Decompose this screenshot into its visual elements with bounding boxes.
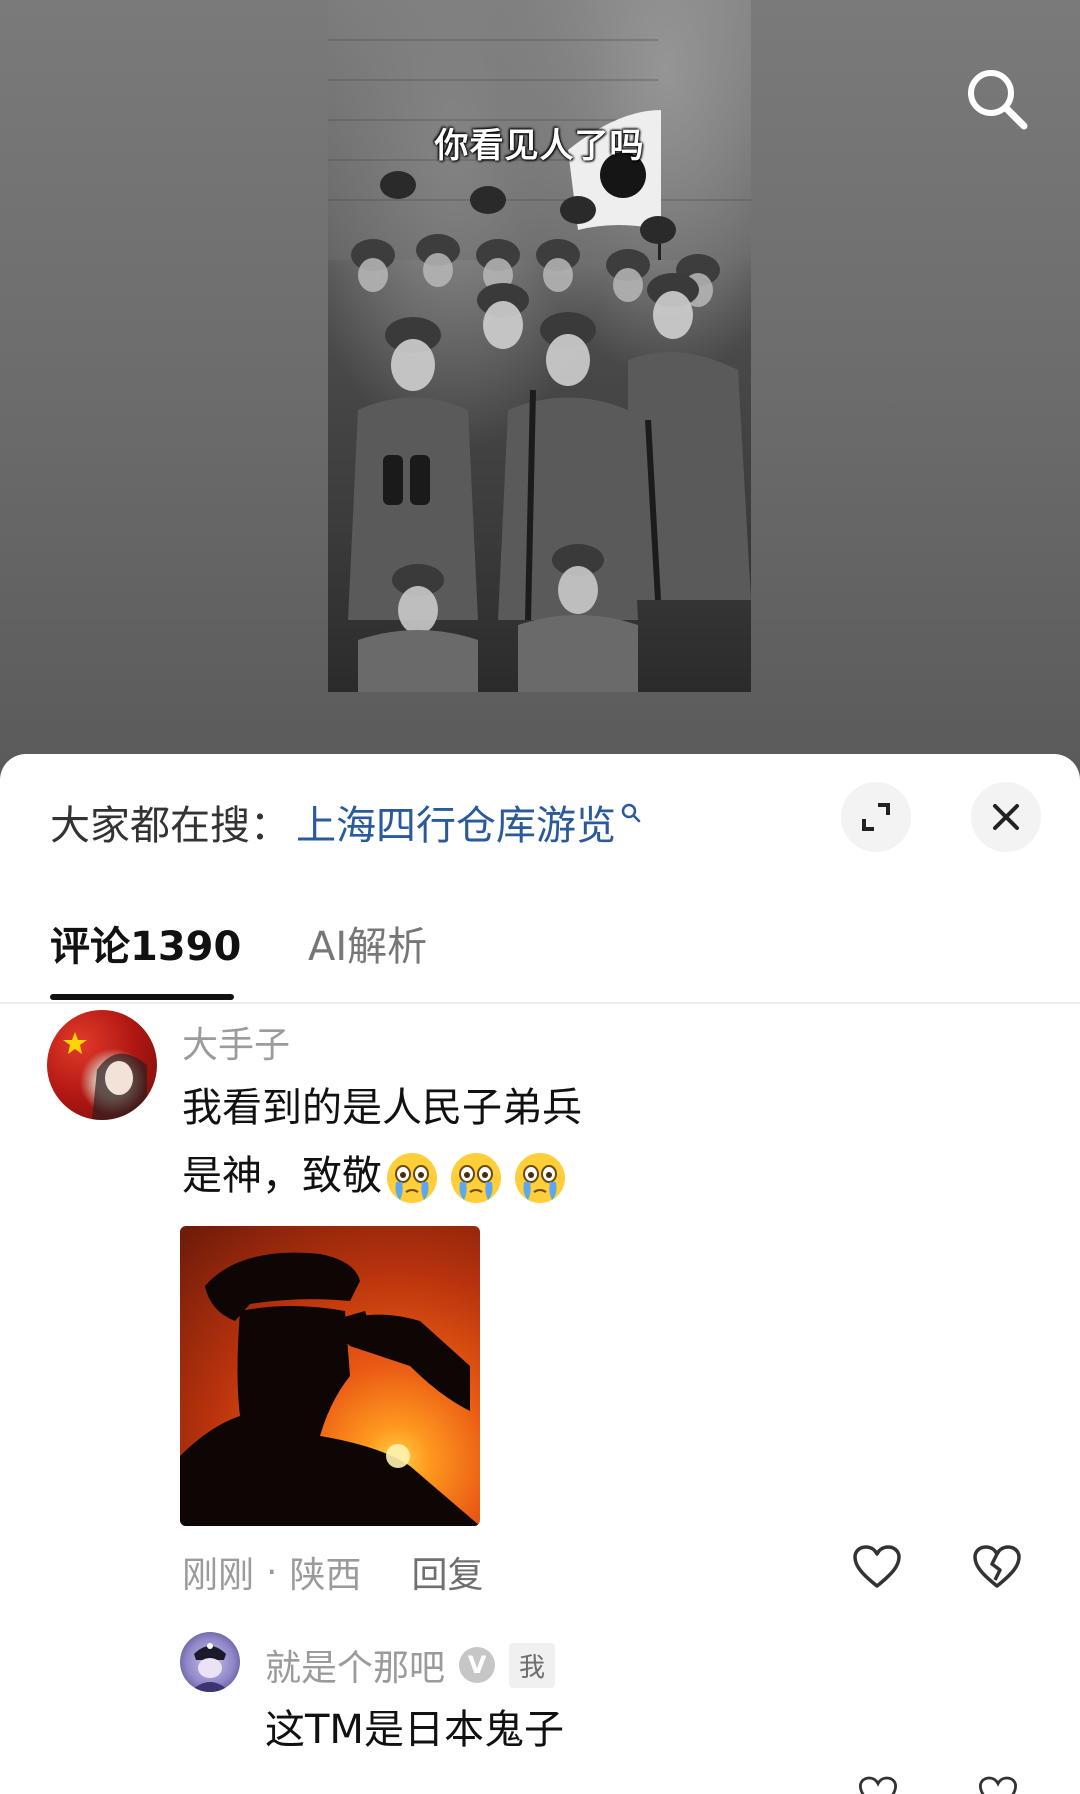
expand-button[interactable] (841, 782, 911, 852)
comment-text-line-2: 是神，致敬 (182, 1153, 382, 1199)
avatar[interactable] (47, 1010, 157, 1120)
close-icon (993, 804, 1019, 830)
active-tab-indicator (50, 994, 234, 1000)
comment-location: 陕西 (289, 1555, 362, 1596)
reply-like-icon-partial[interactable] (858, 1774, 898, 1794)
small-search-icon (621, 803, 641, 823)
expand-icon (862, 803, 890, 831)
reply-avatar-image (190, 1643, 230, 1692)
like-button[interactable] (852, 1544, 902, 1594)
reply-text: 这TM是日本鬼子 (265, 1707, 564, 1753)
avatar-image (63, 1032, 147, 1120)
reply-dislike-icon-partial[interactable] (978, 1774, 1018, 1794)
close-button[interactable] (971, 782, 1041, 852)
video-frame: 你看见人了吗 (328, 0, 751, 692)
tab-comments[interactable]: 评论1390 (50, 914, 241, 972)
comment-text-line-1: 我看到的是人民子弟兵 (182, 1085, 582, 1131)
reply-username[interactable]: 就是个那吧 (265, 1639, 445, 1691)
verified-badge: V (459, 1647, 496, 1683)
search-icon (968, 70, 1028, 130)
comment-time: 刚刚 (182, 1555, 255, 1596)
heart-icon (858, 1776, 898, 1794)
crying-face-emoji-icon (387, 1153, 437, 1203)
video-photo (328, 0, 751, 692)
comment-username[interactable]: 大手子 (182, 1016, 290, 1068)
comments-sheet: 大家都在搜： 上海四行仓库游览 评论1390 AI解析 大手子 我看到的是人民子… (0, 754, 1080, 1794)
me-tag: 我 (509, 1642, 556, 1688)
reply-avatar[interactable] (180, 1632, 240, 1692)
comment-meta: 刚刚 · 陕西 回复 (182, 1546, 484, 1598)
reply-button[interactable]: 回复 (411, 1546, 483, 1598)
reply-username-row: 就是个那吧 V 我 (265, 1639, 556, 1691)
tab-ai-analysis[interactable]: AI解析 (308, 914, 427, 972)
comment-image-salute[interactable] (180, 1226, 480, 1526)
broken-heart-icon (978, 1776, 1018, 1794)
video-caption: 你看见人了吗 (434, 126, 645, 166)
hot-search-bar: 大家都在搜： 上海四行仓库游览 (50, 794, 642, 850)
hot-search-prefix: 大家都在搜： (50, 803, 290, 849)
hot-search-term-link[interactable]: 上海四行仓库游览 (296, 793, 616, 851)
heart-icon (853, 1545, 901, 1588)
meta-separator-dot: · (266, 1551, 278, 1593)
tabs-divider (0, 1002, 1080, 1004)
crying-face-emoji-icon (515, 1153, 565, 1203)
comment-text-line-2-wrapper: 是神，致敬 (182, 1142, 574, 1210)
search-button[interactable] (962, 64, 1032, 134)
broken-heart-icon (973, 1545, 1021, 1588)
dislike-button[interactable] (972, 1544, 1022, 1594)
crying-face-emoji-icon (451, 1153, 501, 1203)
salute-silhouette-image (180, 1252, 480, 1526)
video-player[interactable]: 你看见人了吗 (0, 0, 1080, 780)
